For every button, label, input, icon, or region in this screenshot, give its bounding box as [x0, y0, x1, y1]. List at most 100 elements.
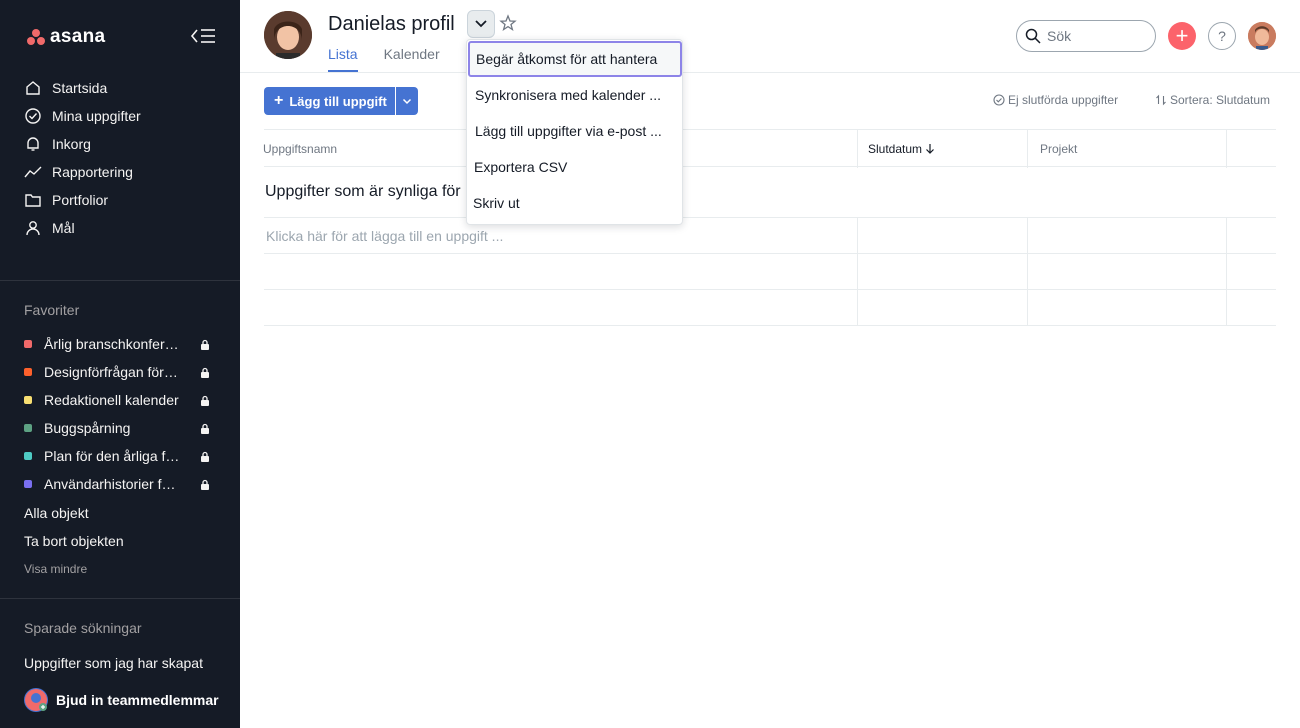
favorite-label: Plan för den årliga försäljningskonferen… [44, 448, 180, 464]
plus-icon: + [274, 92, 284, 109]
project-color-dot [24, 480, 32, 488]
nav-label: Inkorg [52, 136, 91, 152]
nav-item-portfolios[interactable]: Portfolior [16, 186, 224, 214]
favorite-label: Buggspårning [44, 420, 131, 436]
project-color-dot [24, 368, 32, 376]
column-divider [1226, 130, 1227, 168]
column-divider [1226, 254, 1227, 290]
menu-item-add-via-email[interactable]: Lägg till uppgifter via e-post ... [467, 113, 682, 149]
sidebar-divider [0, 598, 240, 599]
table-row[interactable] [264, 289, 1276, 326]
section-header[interactable]: Uppgifter som är synliga för mig [264, 167, 1276, 217]
chevron-down-icon [402, 98, 411, 104]
column-header-due-date[interactable]: Slutdatum [868, 142, 935, 156]
lock-icon [201, 339, 209, 350]
favorite-item[interactable]: Användarhistorier för produkt [24, 470, 224, 498]
title-dropdown-button[interactable] [467, 10, 495, 38]
nav-item-home[interactable]: Startsida [16, 74, 224, 102]
column-divider [1027, 290, 1028, 326]
favorite-label: Användarhistorier för produkt [44, 476, 180, 492]
show-less-link[interactable]: Visa mindre [24, 562, 87, 576]
arrow-down-icon [926, 144, 935, 154]
add-task-button[interactable]: + Lägg till uppgift [264, 87, 395, 115]
tab-calendar[interactable]: Kalender [384, 46, 440, 72]
table-header: Uppgiftsnamn Slutdatum Projekt [263, 129, 1276, 168]
column-header-label: Slutdatum [868, 142, 923, 156]
column-divider [857, 218, 858, 254]
add-task-dropdown-button[interactable] [395, 87, 418, 115]
lock-icon [201, 423, 209, 434]
favorite-item[interactable]: Buggspårning [24, 414, 224, 442]
menu-item-export-csv[interactable]: Exportera CSV [467, 149, 682, 185]
menu-item-request-access[interactable]: Begär åtkomst för att hantera [468, 41, 682, 77]
help-button[interactable]: ? [1208, 22, 1236, 50]
sort-icon [1156, 94, 1166, 106]
nav-label: Mina uppgifter [52, 108, 141, 124]
logo-text: asana [50, 26, 106, 47]
asana-logo-icon [26, 28, 46, 46]
project-color-dot [24, 424, 32, 432]
invite-teammates-button[interactable]: Bjud in teammedlemmar [0, 672, 240, 728]
star-icon[interactable] [499, 14, 517, 32]
user-avatar[interactable] [1248, 22, 1276, 50]
check-circle-icon [25, 108, 41, 124]
table-bottom-border [264, 325, 1276, 326]
remove-objects-link[interactable]: Ta bort objekten [24, 533, 124, 549]
add-task-label: Lägg till uppgift [289, 93, 387, 109]
favorite-item[interactable]: Plan för den årliga försäljningskonferen… [24, 442, 224, 470]
nav-label: Startsida [52, 80, 108, 96]
favorite-item[interactable]: Designförfrågan för webbplats [24, 358, 224, 386]
nav-item-goals[interactable]: Mål [16, 214, 224, 242]
tab-list[interactable]: Lista [328, 46, 358, 72]
menu-item-sync-calendar[interactable]: Synkronisera med kalender ... [467, 77, 682, 113]
sidebar-divider [0, 280, 240, 281]
project-color-dot [24, 452, 32, 460]
add-task-row-placeholder[interactable]: Klicka här för att lägga till en uppgift… [266, 228, 503, 244]
column-divider [1226, 290, 1227, 326]
table-row[interactable]: Klicka här för att lägga till en uppgift… [264, 217, 1276, 254]
search-icon [1025, 28, 1041, 44]
favorite-item[interactable]: Redaktionell kalender [24, 386, 224, 414]
check-circle-icon [993, 94, 1005, 106]
column-header-task-name[interactable]: Uppgiftsnamn [263, 142, 337, 156]
favorite-item[interactable]: Årlig branschkonferens [24, 330, 224, 358]
menu-item-print[interactable]: Skriv ut [467, 185, 682, 221]
quick-add-button[interactable]: + [1168, 22, 1196, 50]
view-tabs: Lista Kalender [328, 46, 466, 72]
page-title: Danielas profil [328, 13, 455, 35]
saved-search-item[interactable]: Uppgifter som jag har skapat [24, 655, 203, 671]
search-box[interactable] [1016, 20, 1156, 52]
nav-item-my-tasks[interactable]: Mina uppgifter [16, 102, 224, 130]
favorites-title[interactable]: Favoriter [24, 302, 79, 318]
column-divider [857, 290, 858, 326]
lock-icon [201, 479, 209, 490]
lock-icon [201, 367, 209, 378]
project-color-dot [24, 396, 32, 404]
trend-line-icon [24, 166, 42, 178]
page-header: Danielas profil Lista Kalender + ? [240, 0, 1300, 73]
collapse-sidebar-icon[interactable] [190, 26, 216, 46]
favorites-list: Årlig branschkonferens Designförfrågan f… [24, 330, 224, 498]
all-objects-link[interactable]: Alla objekt [24, 505, 89, 521]
column-divider [1027, 130, 1028, 168]
nav-label: Rapportering [52, 164, 133, 180]
sort-button[interactable]: Sortera: Slutdatum [1155, 93, 1270, 107]
profile-options-menu: Begär åtkomst för att hantera Synkronise… [466, 39, 683, 225]
column-divider [857, 254, 858, 290]
invite-label: Bjud in teammedlemmar [56, 692, 219, 708]
favorite-label: Designförfrågan för webbplats [44, 364, 180, 380]
filter-label: Ej slutförda uppgifter [1008, 93, 1119, 107]
nav-label: Mål [52, 220, 75, 236]
section-title: Uppgifter som är synliga för mig [265, 183, 491, 200]
add-task-group: + Lägg till uppgift [264, 87, 418, 115]
incomplete-tasks-filter[interactable]: Ej slutförda uppgifter [993, 93, 1118, 107]
column-header-project[interactable]: Projekt [1040, 142, 1077, 156]
saved-searches-title[interactable]: Sparade sökningar [24, 620, 142, 636]
asana-logo[interactable]: asana [26, 26, 105, 48]
nav-item-reporting[interactable]: Rapportering [16, 158, 224, 186]
nav-item-inbox[interactable]: Inkorg [16, 130, 224, 158]
nav-label: Portfolior [52, 192, 109, 208]
table-row[interactable] [264, 253, 1276, 290]
search-input[interactable] [1047, 28, 1147, 44]
home-icon [26, 81, 40, 95]
